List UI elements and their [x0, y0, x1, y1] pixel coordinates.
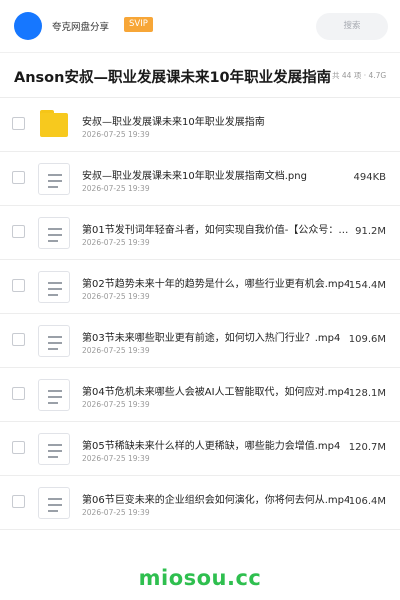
file-size: 494KB	[353, 172, 386, 183]
share-title-row: Anson安叔—职业发展课未来10年职业发展指南 共 44 项 · 4.7G	[0, 52, 400, 98]
file-size: 120.7M	[348, 442, 386, 453]
list-item[interactable]: 安叔—职业发展课未来10年职业发展指南 2026-07-25 19:39	[0, 98, 400, 152]
document-icon	[38, 163, 70, 195]
file-name: 第05节稀缺未来什么样的人更稀缺，哪些能力会增值.mp4	[82, 441, 341, 452]
file-name: 第02节趋势未来十年的趋势是什么，哪些行业更有机会.mp4	[82, 279, 351, 290]
file-date: 2026-07-25 19:39	[82, 400, 150, 409]
select-checkbox[interactable]	[12, 225, 25, 238]
document-icon	[38, 217, 70, 249]
search-button[interactable]: 搜索	[316, 13, 388, 40]
document-icon	[38, 325, 70, 357]
file-date: 2026-07-25 19:39	[82, 184, 150, 193]
select-checkbox[interactable]	[12, 171, 25, 184]
share-title: Anson安叔—职业发展课未来10年职业发展指南	[14, 70, 332, 86]
select-checkbox[interactable]	[12, 279, 25, 292]
select-checkbox[interactable]	[12, 441, 25, 454]
svip-badge[interactable]: SVIP	[124, 17, 153, 32]
list-item[interactable]: 安叔—职业发展课未来10年职业发展指南文档.png 2026-07-25 19:…	[0, 152, 400, 206]
file-size: 106.4M	[348, 496, 386, 507]
file-size: 109.6M	[348, 334, 386, 345]
top-bar: 夸克网盘分享 SVIP 搜索	[0, 0, 400, 52]
file-name: 第04节危机未来哪些人会被AI人工智能取代，如何应对.mp4	[82, 387, 351, 398]
file-size: 128.1M	[348, 388, 386, 399]
file-name: 第06节巨变未来的企业组织会如何演化，你将何去何从.mp4	[82, 495, 351, 506]
list-item[interactable]: 第06节巨变未来的企业组织会如何演化，你将何去何从.mp4 2026-07-25…	[0, 476, 400, 530]
file-size: 154.4M	[348, 280, 386, 291]
document-icon	[38, 487, 70, 519]
brand-name: 夸克网盘分享	[52, 22, 110, 33]
document-icon	[38, 271, 70, 303]
file-date: 2026-07-25 19:39	[82, 454, 150, 463]
document-icon	[38, 433, 70, 465]
select-checkbox[interactable]	[12, 117, 25, 130]
file-date: 2026-07-25 19:39	[82, 130, 150, 139]
list-item[interactable]: 第01节发刊词年轻奋斗者，如何实现自我价值-【公众号：云分享】.mp4 2026…	[0, 206, 400, 260]
share-meta: 共 44 项 · 4.7G	[332, 71, 387, 80]
file-list: 安叔—职业发展课未来10年职业发展指南 2026-07-25 19:39 安叔—…	[0, 98, 400, 530]
file-name: 第01节发刊词年轻奋斗者，如何实现自我价值-【公众号：云分享】.mp4	[82, 225, 352, 236]
file-name: 安叔—职业发展课未来10年职业发展指南文档.png	[82, 171, 307, 182]
file-name: 安叔—职业发展课未来10年职业发展指南	[82, 117, 265, 128]
select-checkbox[interactable]	[12, 387, 25, 400]
file-date: 2026-07-25 19:39	[82, 508, 150, 517]
list-item[interactable]: 第05节稀缺未来什么样的人更稀缺，哪些能力会增值.mp4 2026-07-25 …	[0, 422, 400, 476]
select-checkbox[interactable]	[12, 495, 25, 508]
document-icon	[38, 379, 70, 411]
list-item[interactable]: 第03节未来哪些职业更有前途，如何切入热门行业？.mp4 2026-07-25 …	[0, 314, 400, 368]
list-item[interactable]: 第04节危机未来哪些人会被AI人工智能取代，如何应对.mp4 2026-07-2…	[0, 368, 400, 422]
file-date: 2026-07-25 19:39	[82, 238, 150, 247]
file-size: 91.2M	[355, 226, 386, 237]
file-name: 第03节未来哪些职业更有前途，如何切入热门行业？.mp4	[82, 333, 341, 344]
file-date: 2026-07-25 19:39	[82, 292, 150, 301]
select-checkbox[interactable]	[12, 333, 25, 346]
folder-icon	[38, 109, 70, 141]
file-date: 2026-07-25 19:39	[82, 346, 150, 355]
watermark: miosou.cc	[138, 566, 262, 590]
list-item[interactable]: 第02节趋势未来十年的趋势是什么，哪些行业更有机会.mp4 2026-07-25…	[0, 260, 400, 314]
avatar[interactable]	[14, 12, 42, 40]
